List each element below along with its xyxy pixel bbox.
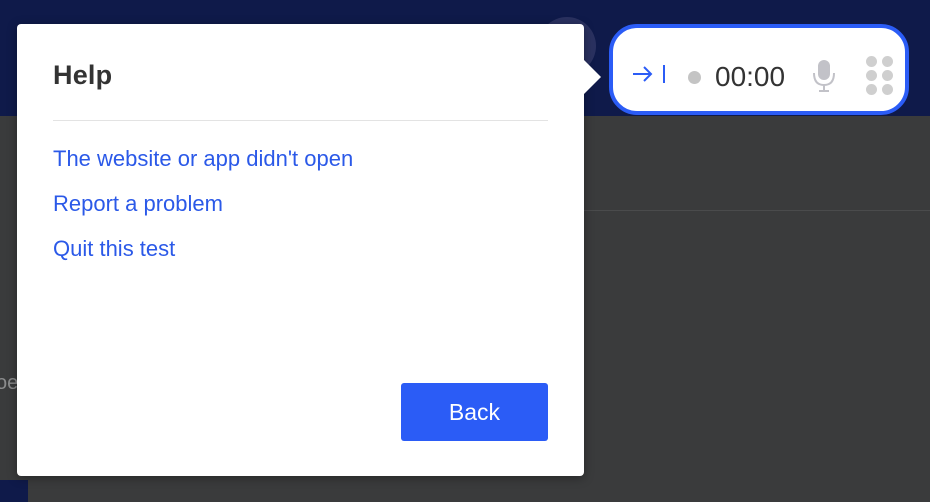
recording-dot-icon [688, 71, 701, 84]
collapse-icon[interactable] [631, 62, 671, 91]
website-didnt-open-link[interactable]: The website or app didn't open [53, 146, 353, 171]
report-problem-link[interactable]: Report a problem [53, 191, 223, 216]
dialog-divider [53, 120, 548, 121]
app-stage: oe Help The website or app didn't open R… [0, 0, 930, 502]
help-dialog: Help The website or app didn't open Repo… [17, 24, 584, 476]
list-item: Report a problem [53, 191, 353, 236]
background-corner-block [0, 480, 28, 502]
quit-test-link[interactable]: Quit this test [53, 236, 175, 261]
recording-widget: 00:00 [609, 24, 909, 115]
recording-timer: 00:00 [715, 61, 786, 92]
list-item: The website or app didn't open [53, 146, 353, 191]
list-item: Quit this test [53, 236, 353, 281]
callout-arrow [584, 60, 601, 94]
background-divider [584, 210, 930, 211]
dialog-title: Help [53, 60, 113, 90]
microphone-icon[interactable] [811, 58, 837, 99]
help-links-list: The website or app didn't open Report a … [53, 146, 353, 281]
back-button[interactable]: Back [401, 383, 548, 441]
background-text-fragment: oe [0, 372, 19, 394]
